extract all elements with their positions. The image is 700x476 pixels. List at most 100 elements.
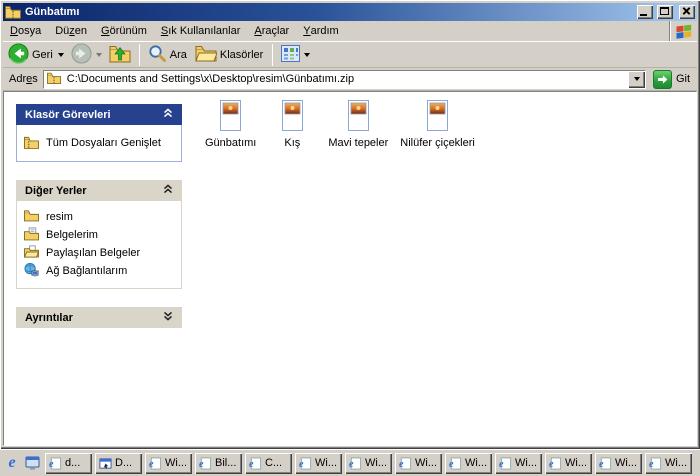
taskbar-button-label: Wi... xyxy=(415,457,437,469)
svg-text:e: e xyxy=(349,459,354,470)
menu-duzen[interactable]: Düzen xyxy=(48,21,94,41)
svg-text:e: e xyxy=(599,459,604,470)
panel-other-places-header[interactable]: Diğer Yerler xyxy=(16,180,182,201)
address-input[interactable]: C:\Documents and Settings\x\Desktop\resi… xyxy=(43,70,646,89)
file-item-gunbatimi[interactable]: Günbatımı xyxy=(199,100,262,149)
folders-icon xyxy=(195,44,217,65)
place-label: resim xyxy=(46,211,73,223)
svg-text:e: e xyxy=(449,459,454,470)
place-resim[interactable]: resim xyxy=(24,208,176,226)
internet-explorer-icon[interactable]: e xyxy=(3,454,21,472)
toolbar: Geri xyxy=(3,41,697,68)
explorer-content: Klasör Görevleri xyxy=(3,91,697,446)
menu-gorunum[interactable]: Görünüm xyxy=(94,21,154,41)
search-button[interactable]: Ara xyxy=(145,43,191,67)
menu-label-part: ık Kullanılanlar xyxy=(168,25,240,37)
svg-text:e: e xyxy=(399,459,404,470)
taskbar: e e d... D... e Wi... e Bil... e C... e … xyxy=(0,449,700,476)
taskbar-button-label: C... xyxy=(265,457,282,469)
file-item-nilufer-cicekleri[interactable]: Nilüfer çiçekleri xyxy=(394,100,481,149)
menu-label-part: örünüm xyxy=(110,25,147,37)
up-button[interactable] xyxy=(106,43,134,67)
menu-label-accel: A xyxy=(254,25,261,37)
panel-folder-tasks-body: Tüm Dosyaları Genişlet xyxy=(16,125,182,162)
views-button[interactable] xyxy=(278,43,313,67)
panel-folder-tasks: Klasör Görevleri xyxy=(16,104,182,162)
file-label: Nilüfer çiçekleri xyxy=(400,137,475,149)
go-label: Git xyxy=(676,73,690,85)
taskbar-button[interactable]: e Wi... xyxy=(145,453,192,474)
image-file-icon xyxy=(278,100,307,134)
place-ag-baglantilarim[interactable]: Ağ Bağlantılarım xyxy=(24,262,176,280)
file-item-kis[interactable]: Kış xyxy=(262,100,322,149)
go-arrow-icon xyxy=(653,70,672,89)
panel-other-places: Diğer Yerler resim xyxy=(16,180,182,289)
network-places-icon xyxy=(24,263,40,279)
place-belgelerim[interactable]: Belgelerim xyxy=(24,226,176,244)
folder-icon xyxy=(24,209,40,225)
svg-text:e: e xyxy=(299,459,304,470)
taskbar-button[interactable]: e Wi... xyxy=(595,453,642,474)
taskbar-button[interactable]: e Wi... xyxy=(645,453,692,474)
taskbar-button-label: D... xyxy=(115,457,132,469)
taskbar-button[interactable]: e d... xyxy=(45,453,92,474)
svg-text:e: e xyxy=(149,459,154,470)
show-desktop-icon[interactable] xyxy=(24,454,42,472)
panel-title: Klasör Görevleri xyxy=(25,109,111,121)
file-item-mavi-tepeler[interactable]: Mavi tepeler xyxy=(322,100,394,149)
menu-yardim[interactable]: Yardım xyxy=(296,21,345,41)
taskbar-button-label: Wi... xyxy=(615,457,637,469)
taskbar-button[interactable]: e Wi... xyxy=(495,453,542,474)
menu-dosya[interactable]: Dosya xyxy=(3,21,48,41)
folders-button[interactable]: Klasörler xyxy=(192,43,267,67)
maximize-button[interactable] xyxy=(657,5,673,19)
taskbar-button[interactable]: e Wi... xyxy=(445,453,492,474)
svg-text:e: e xyxy=(549,459,554,470)
folders-label: Klasörler xyxy=(220,49,264,61)
svg-text:e: e xyxy=(49,459,54,470)
taskbar-button[interactable]: e Wi... xyxy=(545,453,592,474)
taskbar-button[interactable]: e Bil... xyxy=(195,453,242,474)
place-paylasilan-belgeler[interactable]: Paylaşılan Belgeler xyxy=(24,244,176,262)
menu-label-part: ardım xyxy=(311,25,339,37)
views-icon xyxy=(281,45,300,65)
menu-label-part: en xyxy=(75,25,87,37)
up-folder-icon xyxy=(109,43,131,66)
taskbar-button[interactable]: e Wi... xyxy=(395,453,442,474)
taskbar-button-label: Wi... xyxy=(465,457,487,469)
ie-e-glyph: e xyxy=(8,455,15,471)
toolbar-separator xyxy=(139,44,140,66)
minimize-button[interactable] xyxy=(637,5,653,19)
menu-label-accel: Y xyxy=(303,25,310,37)
windows-logo-icon xyxy=(669,21,697,41)
views-dropdown-caret[interactable] xyxy=(304,53,310,57)
taskbar-button-label: Wi... xyxy=(665,457,687,469)
menu-araclar[interactable]: Araçlar xyxy=(247,21,296,41)
taskbar-button[interactable]: e Wi... xyxy=(345,453,392,474)
back-dropdown-caret[interactable] xyxy=(58,53,64,57)
panel-details-header[interactable]: Ayrıntılar xyxy=(16,307,182,328)
back-button[interactable]: Geri xyxy=(5,43,67,67)
panel-folder-tasks-header[interactable]: Klasör Görevleri xyxy=(16,104,182,125)
forward-dropdown-caret[interactable] xyxy=(96,53,102,57)
taskbar-button[interactable]: e Wi... xyxy=(295,453,342,474)
my-documents-icon xyxy=(24,227,40,243)
chevron-double-up-icon xyxy=(163,108,173,121)
task-extract-all[interactable]: Tüm Dosyaları Genişlet xyxy=(24,134,176,152)
menu-label-accel: D xyxy=(10,25,18,37)
svg-text:e: e xyxy=(499,459,504,470)
file-label: Günbatımı xyxy=(205,137,256,149)
place-label: Belgelerim xyxy=(46,229,98,241)
taskbar-button[interactable]: D... xyxy=(95,453,142,474)
image-file-icon xyxy=(216,100,245,134)
menu-label-part: Dü xyxy=(55,25,69,37)
menu-sik-kullanilanlar[interactable]: Sık Kullanılanlar xyxy=(154,21,248,41)
toolbar-separator xyxy=(272,44,273,66)
titlebar[interactable]: Günbatımı xyxy=(3,3,697,21)
close-button[interactable] xyxy=(679,5,695,19)
address-dropdown-button[interactable] xyxy=(628,71,645,88)
taskbar-button[interactable]: e C... xyxy=(245,453,292,474)
go-button[interactable]: Git xyxy=(651,70,694,89)
forward-button[interactable] xyxy=(68,43,105,67)
chevron-double-down-icon xyxy=(163,311,173,324)
